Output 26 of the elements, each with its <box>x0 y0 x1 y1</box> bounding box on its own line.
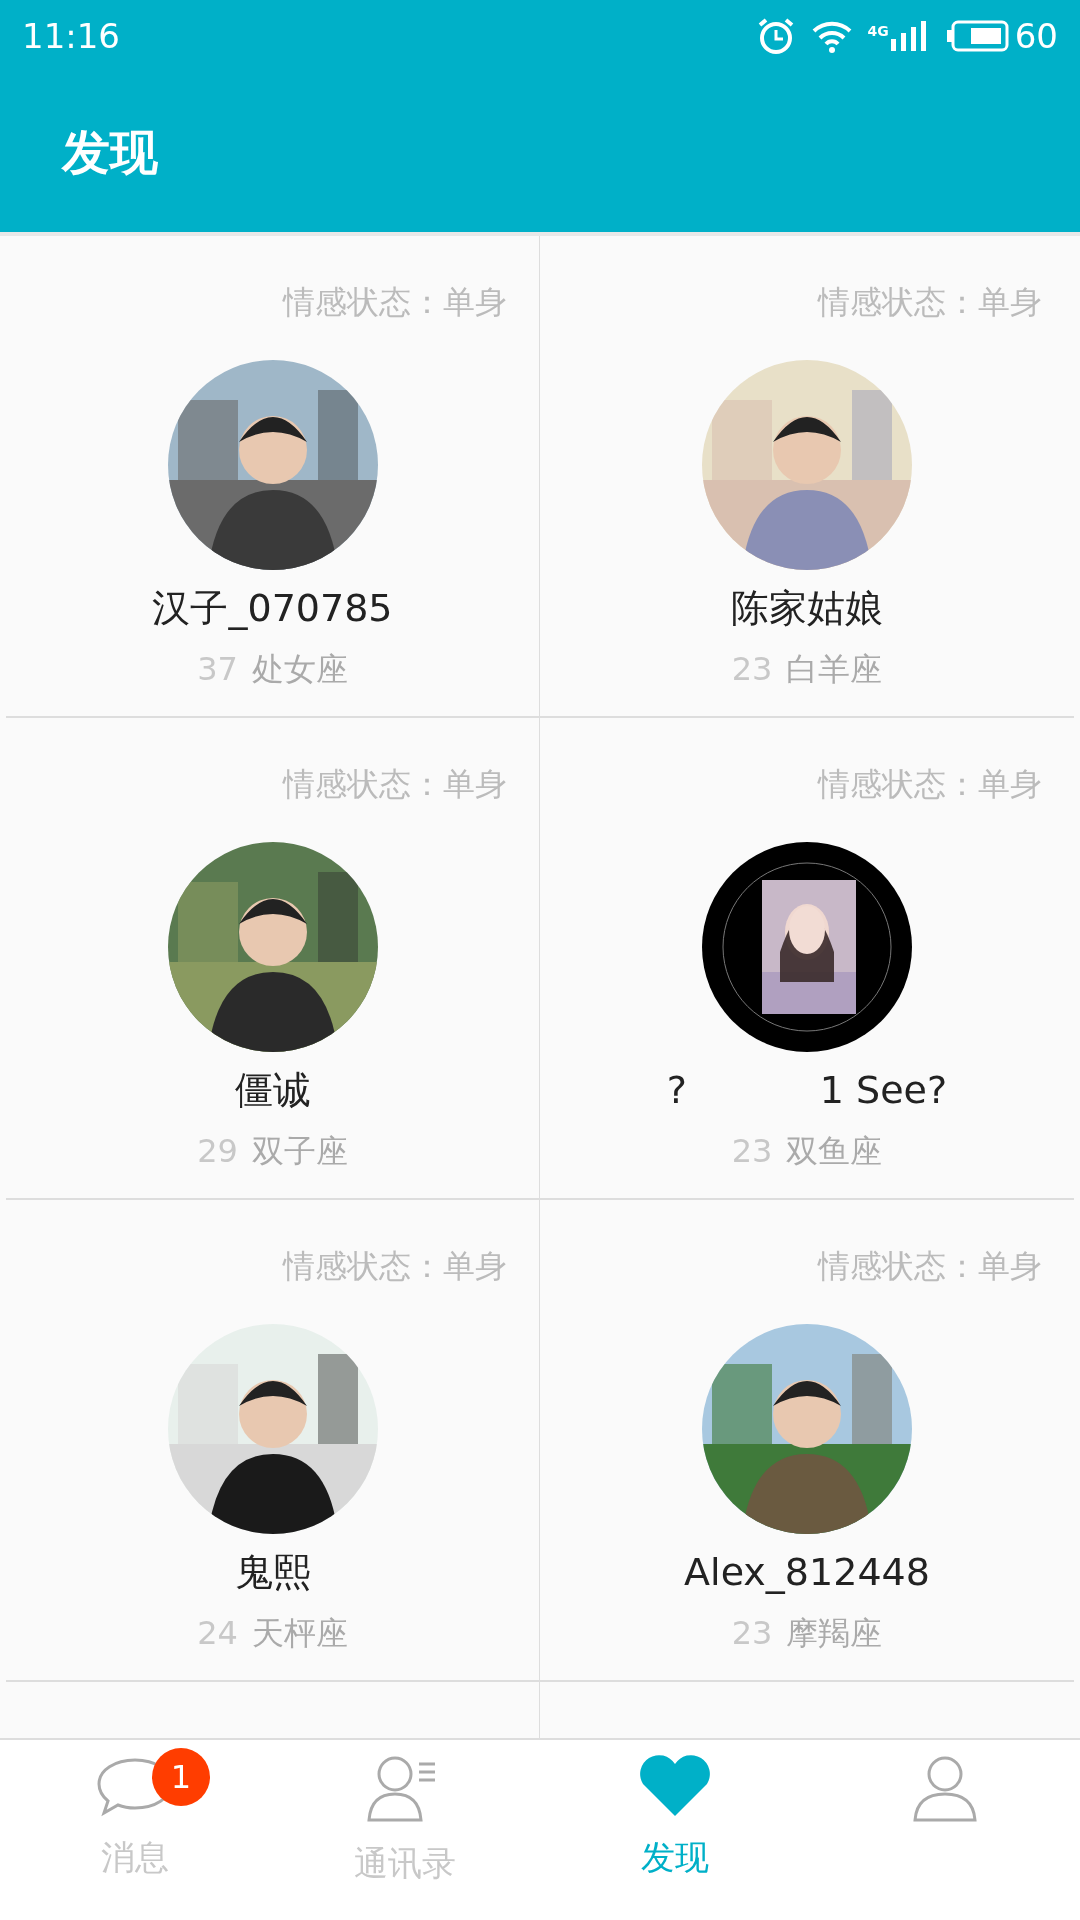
zodiac-sign: 双鱼座 <box>786 1131 883 1172</box>
user-name: ? 1 See? <box>666 1067 948 1114</box>
relationship-status: 情感状态：单身 <box>283 764 508 805</box>
relationship-status: 情感状态：单身 <box>283 282 508 323</box>
heart-icon <box>637 1754 713 1818</box>
zodiac-sign: 天枰座 <box>251 1613 348 1654</box>
user-name: 僵诚 <box>234 1067 311 1114</box>
clock-time: 11:16 <box>22 14 120 58</box>
unread-badge: 1 <box>152 1748 210 1806</box>
battery-icon <box>946 20 1009 52</box>
relationship-status: 情感状态：单身 <box>818 1246 1043 1287</box>
page-title: 发现 <box>62 123 158 182</box>
wifi-icon <box>811 19 852 53</box>
zodiac-sign: 双子座 <box>251 1131 348 1172</box>
relationship-status: 情感状态：单身 <box>283 1246 508 1287</box>
zodiac-sign: 摩羯座 <box>786 1613 883 1654</box>
network-label: 4G <box>867 21 889 41</box>
user-name: Alex_812448 <box>684 1549 930 1596</box>
user-name: 汉子_070785 <box>152 585 393 632</box>
user-name: 陈家姑娘 <box>731 585 883 632</box>
relationship-status: 情感状态：单身 <box>818 764 1043 805</box>
battery-level: 60 <box>1014 14 1058 58</box>
user-name: 鬼熙 <box>234 1549 311 1596</box>
relationship-status: 情感状态：单身 <box>818 282 1043 323</box>
zodiac-sign: 白羊座 <box>786 649 883 690</box>
zodiac-sign: 处女座 <box>251 649 348 690</box>
